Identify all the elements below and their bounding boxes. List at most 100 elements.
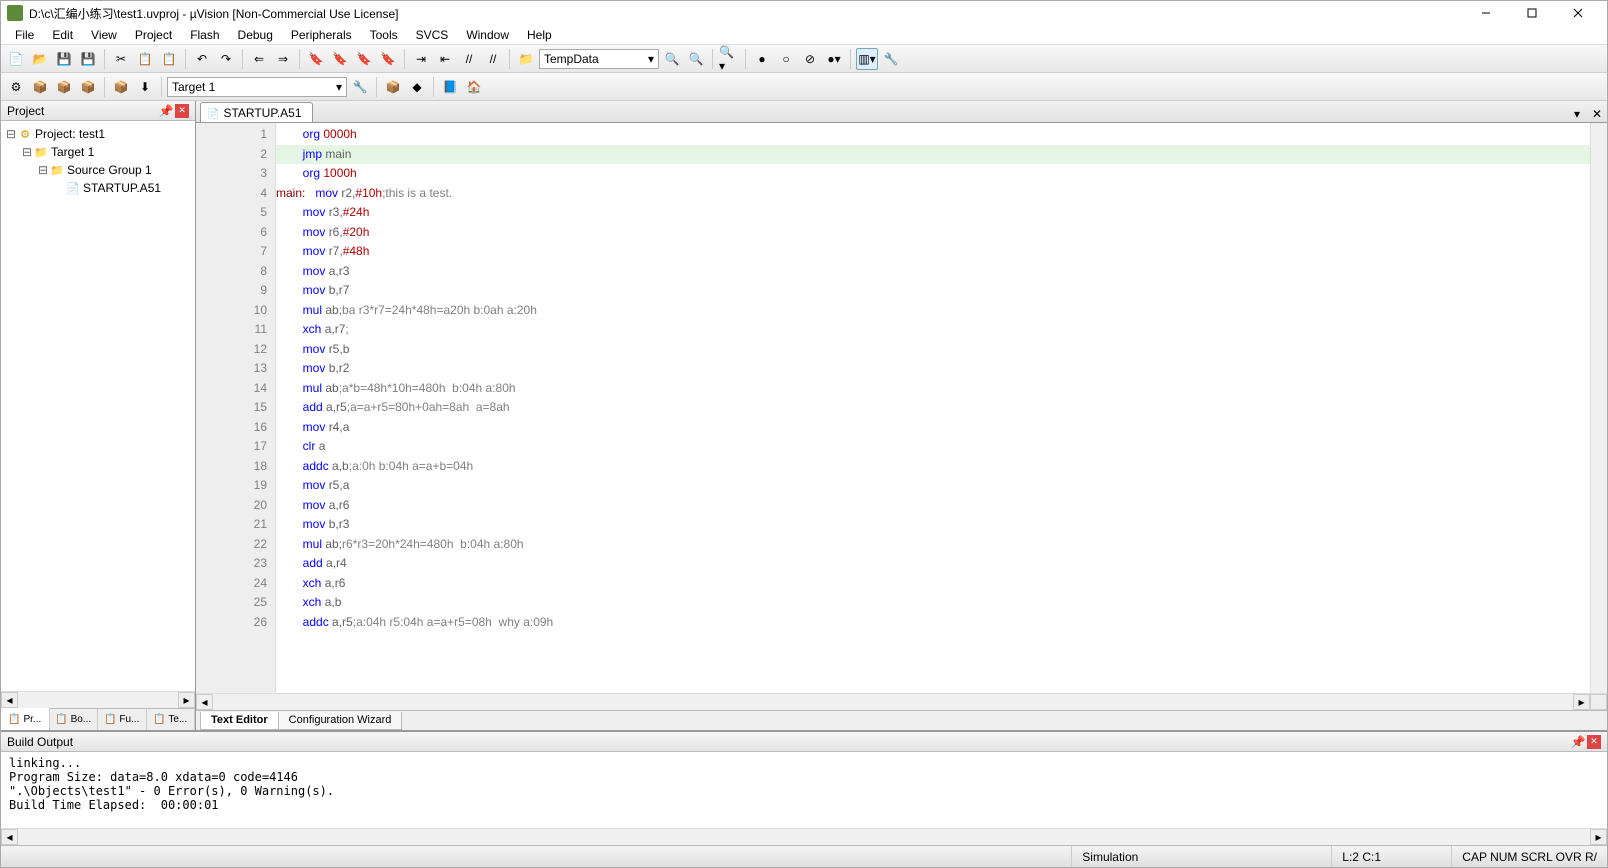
panel-close-button[interactable]: ✕ xyxy=(175,104,189,118)
tree-group[interactable]: ⊟Source Group 1 xyxy=(3,161,193,179)
code-line[interactable]: mov b,r3 xyxy=(276,515,1590,535)
editor-mode-tab[interactable]: Text Editor xyxy=(200,712,279,730)
scroll-right-button[interactable]: ▸ xyxy=(1590,829,1607,845)
save-button[interactable]: 💾 xyxy=(53,48,75,70)
redo-button[interactable]: ↷ xyxy=(215,48,237,70)
save-all-button[interactable]: 💾 xyxy=(77,48,99,70)
tree-file[interactable]: STARTUP.A51 xyxy=(3,179,193,197)
breakpoint-kill-button[interactable]: ●▾ xyxy=(823,48,845,70)
find-combo[interactable]: TempData▾ xyxy=(539,49,659,69)
code-line[interactable]: xch a,r6 xyxy=(276,574,1590,594)
editor-hscroll[interactable]: ◂ ▸ xyxy=(196,693,1607,710)
manage-packs-button[interactable]: 📦 xyxy=(382,76,404,98)
scroll-left-button[interactable]: ◂ xyxy=(196,694,213,710)
code-line[interactable]: mov a,r3 xyxy=(276,262,1590,282)
bookmark-prev-button[interactable]: 🔖 xyxy=(329,48,351,70)
code-line[interactable]: mul ab;ba r3*r7=24h*48h=a20h b:0ah a:20h xyxy=(276,301,1590,321)
maximize-button[interactable] xyxy=(1509,2,1555,24)
bookmark-button[interactable]: 🔖 xyxy=(305,48,327,70)
project-tab[interactable]: 📋 Fu... xyxy=(98,709,147,730)
code-line[interactable]: addc a,b;a:0h b:04h a=a+b=04h xyxy=(276,457,1590,477)
code-line[interactable]: mul ab;a*b=48h*10h=480h b:04h a:80h xyxy=(276,379,1590,399)
home-button[interactable]: 🏠 xyxy=(463,76,485,98)
undo-button[interactable]: ↶ xyxy=(191,48,213,70)
books-button[interactable]: 📘 xyxy=(439,76,461,98)
window-layout-button[interactable]: ▥▾ xyxy=(856,48,878,70)
project-tree[interactable]: ⊟Project: test1 ⊟Target 1 ⊟Source Group … xyxy=(1,121,195,691)
breakpoint-insert-button[interactable]: ● xyxy=(751,48,773,70)
project-hscroll[interactable]: ◂ ▸ xyxy=(1,691,195,708)
code-line[interactable]: mov r4,a xyxy=(276,418,1590,438)
menu-window[interactable]: Window xyxy=(458,26,517,44)
code-line[interactable]: mul ab;r6*r3=20h*24h=480h b:04h a:80h xyxy=(276,535,1590,555)
uncomment-button[interactable]: // xyxy=(482,48,504,70)
code-line[interactable]: mov r5,b xyxy=(276,340,1590,360)
code-line[interactable]: mov b,r7 xyxy=(276,281,1590,301)
pin-icon[interactable]: 📌 xyxy=(159,104,173,118)
rebuild-button[interactable]: 📦 xyxy=(53,76,75,98)
configure-button[interactable]: 🔧 xyxy=(880,48,902,70)
code-line[interactable]: mov r5,a xyxy=(276,476,1590,496)
download-button[interactable]: ⬇ xyxy=(134,76,156,98)
build-button[interactable]: 📦 xyxy=(29,76,51,98)
batch-build-button[interactable]: 📦 xyxy=(77,76,99,98)
code-line[interactable]: mov r3,#24h xyxy=(276,203,1590,223)
manage-rte-button[interactable]: ◆ xyxy=(406,76,428,98)
target-combo[interactable]: Target 1▾ xyxy=(167,77,347,97)
code-line[interactable]: mov b,r2 xyxy=(276,359,1590,379)
menu-project[interactable]: Project xyxy=(127,26,180,44)
menu-debug[interactable]: Debug xyxy=(230,26,281,44)
project-tab[interactable]: 📋 Te... xyxy=(147,709,196,730)
collapse-icon[interactable]: ⊟ xyxy=(37,163,49,177)
menu-tools[interactable]: Tools xyxy=(362,26,406,44)
code-line[interactable]: mov r6,#20h xyxy=(276,223,1590,243)
panel-close-button[interactable]: ✕ xyxy=(1587,735,1601,749)
translate-button[interactable]: ⚙ xyxy=(5,76,27,98)
code-line[interactable]: add a,r4 xyxy=(276,554,1590,574)
debug-button[interactable]: 🔍▾ xyxy=(718,48,740,70)
menu-flash[interactable]: Flash xyxy=(182,26,227,44)
menu-svcs[interactable]: SVCS xyxy=(408,26,457,44)
scroll-right-button[interactable]: ▸ xyxy=(1573,694,1590,710)
code-line[interactable]: org 0000h xyxy=(276,125,1590,145)
breakpoint-enable-button[interactable]: ○ xyxy=(775,48,797,70)
scroll-left-button[interactable]: ◂ xyxy=(1,692,18,708)
editor-tab-active[interactable]: STARTUP.A51 xyxy=(200,102,313,122)
menu-help[interactable]: Help xyxy=(519,26,560,44)
vertical-scrollbar[interactable] xyxy=(1590,123,1607,693)
code-line[interactable]: main: mov r2,#10h;this is a test. xyxy=(276,184,1590,204)
code-line[interactable]: jmp main xyxy=(276,145,1590,165)
menu-edit[interactable]: Edit xyxy=(44,26,81,44)
code-line[interactable]: addc a,r5;a:04h r5:04h a=a+r5=08h why a:… xyxy=(276,613,1590,633)
code-line[interactable]: add a,r5;a=a+r5=80h+0ah=8ah a=8ah xyxy=(276,398,1590,418)
minimize-button[interactable] xyxy=(1463,2,1509,24)
code-line[interactable]: clr a xyxy=(276,437,1590,457)
project-tab[interactable]: 📋 Bo... xyxy=(50,709,99,730)
bookmark-next-button[interactable]: 🔖 xyxy=(353,48,375,70)
find-in-files-button[interactable]: 🔍 xyxy=(685,48,707,70)
nav-forward-button[interactable]: ⇒ xyxy=(272,48,294,70)
build-output-text[interactable]: linking... Program Size: data=8.0 xdata=… xyxy=(1,752,1607,828)
stop-build-button[interactable]: 📦 xyxy=(110,76,132,98)
scroll-right-button[interactable]: ▸ xyxy=(178,692,195,708)
tab-dropdown-button[interactable]: ▾ xyxy=(1569,106,1585,122)
tab-close-button[interactable]: ✕ xyxy=(1589,106,1605,122)
outdent-button[interactable]: ⇤ xyxy=(434,48,456,70)
find-folder-button[interactable]: 📁 xyxy=(515,48,537,70)
find-button[interactable]: 🔍 xyxy=(661,48,683,70)
project-tab[interactable]: 📋 Pr... xyxy=(1,708,50,730)
cut-button[interactable]: ✂ xyxy=(110,48,132,70)
code-line[interactable]: org 1000h xyxy=(276,164,1590,184)
comment-button[interactable]: // xyxy=(458,48,480,70)
scroll-left-button[interactable]: ◂ xyxy=(1,829,18,845)
code-editor[interactable]: org 0000h jmp main org 1000hmain: mov r2… xyxy=(276,123,1590,693)
bookmark-clear-button[interactable]: 🔖 xyxy=(377,48,399,70)
menu-view[interactable]: View xyxy=(83,26,125,44)
pin-icon[interactable]: 📌 xyxy=(1571,735,1585,749)
menu-peripherals[interactable]: Peripherals xyxy=(283,26,360,44)
target-options-button[interactable]: 🔧 xyxy=(349,76,371,98)
indent-button[interactable]: ⇥ xyxy=(410,48,432,70)
new-file-button[interactable]: 📄 xyxy=(5,48,27,70)
close-button[interactable] xyxy=(1555,2,1601,24)
build-hscroll[interactable]: ◂ ▸ xyxy=(1,828,1607,845)
